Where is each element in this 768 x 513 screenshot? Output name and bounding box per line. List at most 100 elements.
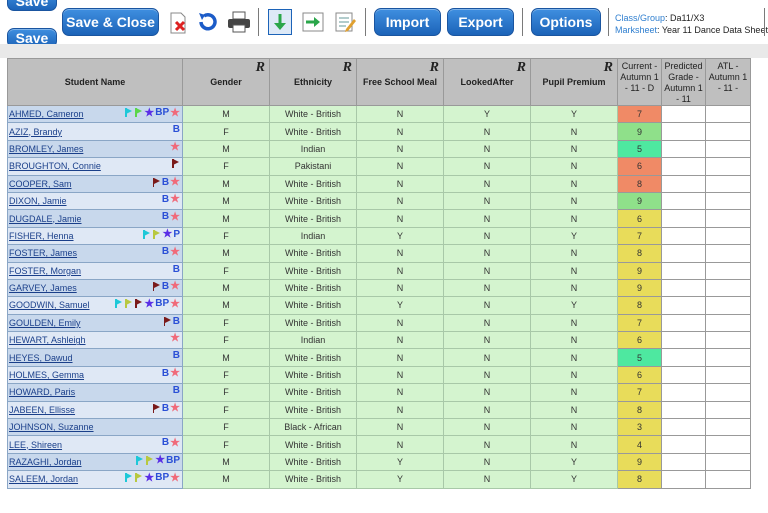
fsm-cell[interactable]: Y <box>356 470 444 489</box>
looked-after-cell[interactable]: N <box>443 470 531 489</box>
gender-cell[interactable]: F <box>182 331 270 350</box>
ethnicity-cell[interactable]: White - British <box>269 296 357 315</box>
student-name-link[interactable]: GOULDEN, Emily <box>9 318 81 328</box>
save-close-button[interactable]: Save & Close <box>62 8 159 36</box>
fsm-cell[interactable]: Y <box>356 226 444 246</box>
gender-cell[interactable]: F <box>182 435 270 454</box>
current-grade-cell[interactable]: 4 <box>617 435 662 454</box>
predicted-grade-cell[interactable] <box>661 209 706 228</box>
current-grade-cell[interactable]: 8 <box>617 296 662 315</box>
pupil-premium-cell[interactable]: N <box>530 139 618 159</box>
atl-cell[interactable] <box>705 139 751 159</box>
student-name-link[interactable]: AHMED, Cameron <box>9 109 84 119</box>
predicted-grade-cell[interactable] <box>661 365 706 385</box>
current-grade-cell[interactable]: 9 <box>617 261 662 280</box>
looked-after-cell[interactable]: N <box>443 278 531 298</box>
gender-cell[interactable]: F <box>182 157 270 176</box>
fsm-cell[interactable]: N <box>356 313 444 333</box>
predicted-grade-cell[interactable] <box>661 331 706 350</box>
student-name-link[interactable]: FISHER, Henna <box>9 231 74 241</box>
fsm-cell[interactable]: N <box>356 209 444 228</box>
ethnicity-cell[interactable]: Indian <box>269 139 357 159</box>
current-grade-cell[interactable]: 6 <box>617 157 662 176</box>
fsm-cell[interactable]: N <box>356 331 444 350</box>
current-grade-cell[interactable]: 8 <box>617 174 662 193</box>
header-ethnicity[interactable]: R Ethnicity <box>269 58 357 106</box>
current-grade-cell[interactable]: 8 <box>617 400 662 420</box>
gender-cell[interactable]: F <box>182 400 270 420</box>
looked-after-cell[interactable]: N <box>443 296 531 315</box>
gender-cell[interactable]: M <box>182 278 270 298</box>
gender-cell[interactable]: M <box>182 348 270 367</box>
ethnicity-cell[interactable]: White - British <box>269 174 357 193</box>
student-name-link[interactable]: BROMLEY, James <box>9 144 83 154</box>
fsm-cell[interactable]: N <box>356 383 444 402</box>
ethnicity-cell[interactable]: Black - African <box>269 418 357 437</box>
looked-after-cell[interactable]: N <box>443 418 531 437</box>
looked-after-cell[interactable]: N <box>443 226 531 246</box>
atl-cell[interactable] <box>705 296 751 315</box>
pupil-premium-cell[interactable]: N <box>530 435 618 454</box>
current-grade-cell[interactable]: 8 <box>617 244 662 263</box>
fsm-cell[interactable]: N <box>356 348 444 367</box>
header-student-name[interactable]: Student Name <box>7 58 183 106</box>
pupil-premium-cell[interactable]: N <box>530 244 618 263</box>
arrow-right-icon[interactable] <box>301 9 325 35</box>
fsm-cell[interactable]: N <box>356 261 444 280</box>
current-grade-cell[interactable]: 9 <box>617 452 662 472</box>
predicted-grade-cell[interactable] <box>661 157 706 176</box>
student-name-link[interactable]: HOWARD, Paris <box>9 387 75 397</box>
pupil-premium-cell[interactable]: N <box>530 418 618 437</box>
predicted-grade-cell[interactable] <box>661 122 706 141</box>
pupil-premium-cell[interactable]: Y <box>530 104 618 124</box>
student-name-link[interactable]: JABEEN, Ellisse <box>9 405 75 415</box>
fsm-cell[interactable]: N <box>356 278 444 298</box>
atl-cell[interactable] <box>705 244 751 263</box>
ethnicity-cell[interactable]: Pakistani <box>269 157 357 176</box>
predicted-grade-cell[interactable] <box>661 348 706 367</box>
header-gender[interactable]: R Gender <box>182 58 270 106</box>
current-grade-cell[interactable]: 7 <box>617 313 662 333</box>
looked-after-cell[interactable]: N <box>443 348 531 367</box>
student-name-link[interactable]: FOSTER, Morgan <box>9 266 81 276</box>
atl-cell[interactable] <box>705 174 751 193</box>
current-grade-cell[interactable]: 8 <box>617 470 662 489</box>
atl-cell[interactable] <box>705 365 751 385</box>
fsm-cell[interactable]: N <box>356 435 444 454</box>
looked-after-cell[interactable]: N <box>443 365 531 385</box>
current-grade-cell[interactable]: 9 <box>617 122 662 141</box>
pupil-premium-cell[interactable]: Y <box>530 226 618 246</box>
gender-cell[interactable]: M <box>182 209 270 228</box>
gender-cell[interactable]: M <box>182 139 270 159</box>
atl-cell[interactable] <box>705 400 751 420</box>
student-name-link[interactable]: JOHNSON, Suzanne <box>9 422 94 432</box>
student-name-link[interactable]: HOLMES, Gemma <box>9 370 84 380</box>
pupil-premium-cell[interactable]: N <box>530 348 618 367</box>
current-grade-cell[interactable]: 9 <box>617 191 662 211</box>
looked-after-cell[interactable]: N <box>443 261 531 280</box>
looked-after-cell[interactable]: N <box>443 331 531 350</box>
predicted-grade-cell[interactable] <box>661 296 706 315</box>
pupil-premium-cell[interactable]: N <box>530 157 618 176</box>
pupil-premium-cell[interactable]: N <box>530 191 618 211</box>
ethnicity-cell[interactable]: White - British <box>269 383 357 402</box>
gender-cell[interactable]: M <box>182 244 270 263</box>
atl-cell[interactable] <box>705 383 751 402</box>
atl-cell[interactable] <box>705 313 751 333</box>
atl-cell[interactable] <box>705 209 751 228</box>
ethnicity-cell[interactable]: White - British <box>269 435 357 454</box>
gender-cell[interactable]: F <box>182 122 270 141</box>
student-name-link[interactable]: GARVEY, James <box>9 283 77 293</box>
ethnicity-cell[interactable]: White - British <box>269 209 357 228</box>
gender-cell[interactable]: F <box>182 418 270 437</box>
current-grade-cell[interactable]: 6 <box>617 209 662 228</box>
pupil-premium-cell[interactable]: N <box>530 209 618 228</box>
predicted-grade-cell[interactable] <box>661 139 706 159</box>
current-grade-cell[interactable]: 5 <box>617 139 662 159</box>
ethnicity-cell[interactable]: White - British <box>269 470 357 489</box>
pupil-premium-cell[interactable]: N <box>530 278 618 298</box>
atl-cell[interactable] <box>705 278 751 298</box>
options-button[interactable]: Options <box>531 8 601 36</box>
ethnicity-cell[interactable]: White - British <box>269 313 357 333</box>
fsm-cell[interactable]: N <box>356 174 444 193</box>
